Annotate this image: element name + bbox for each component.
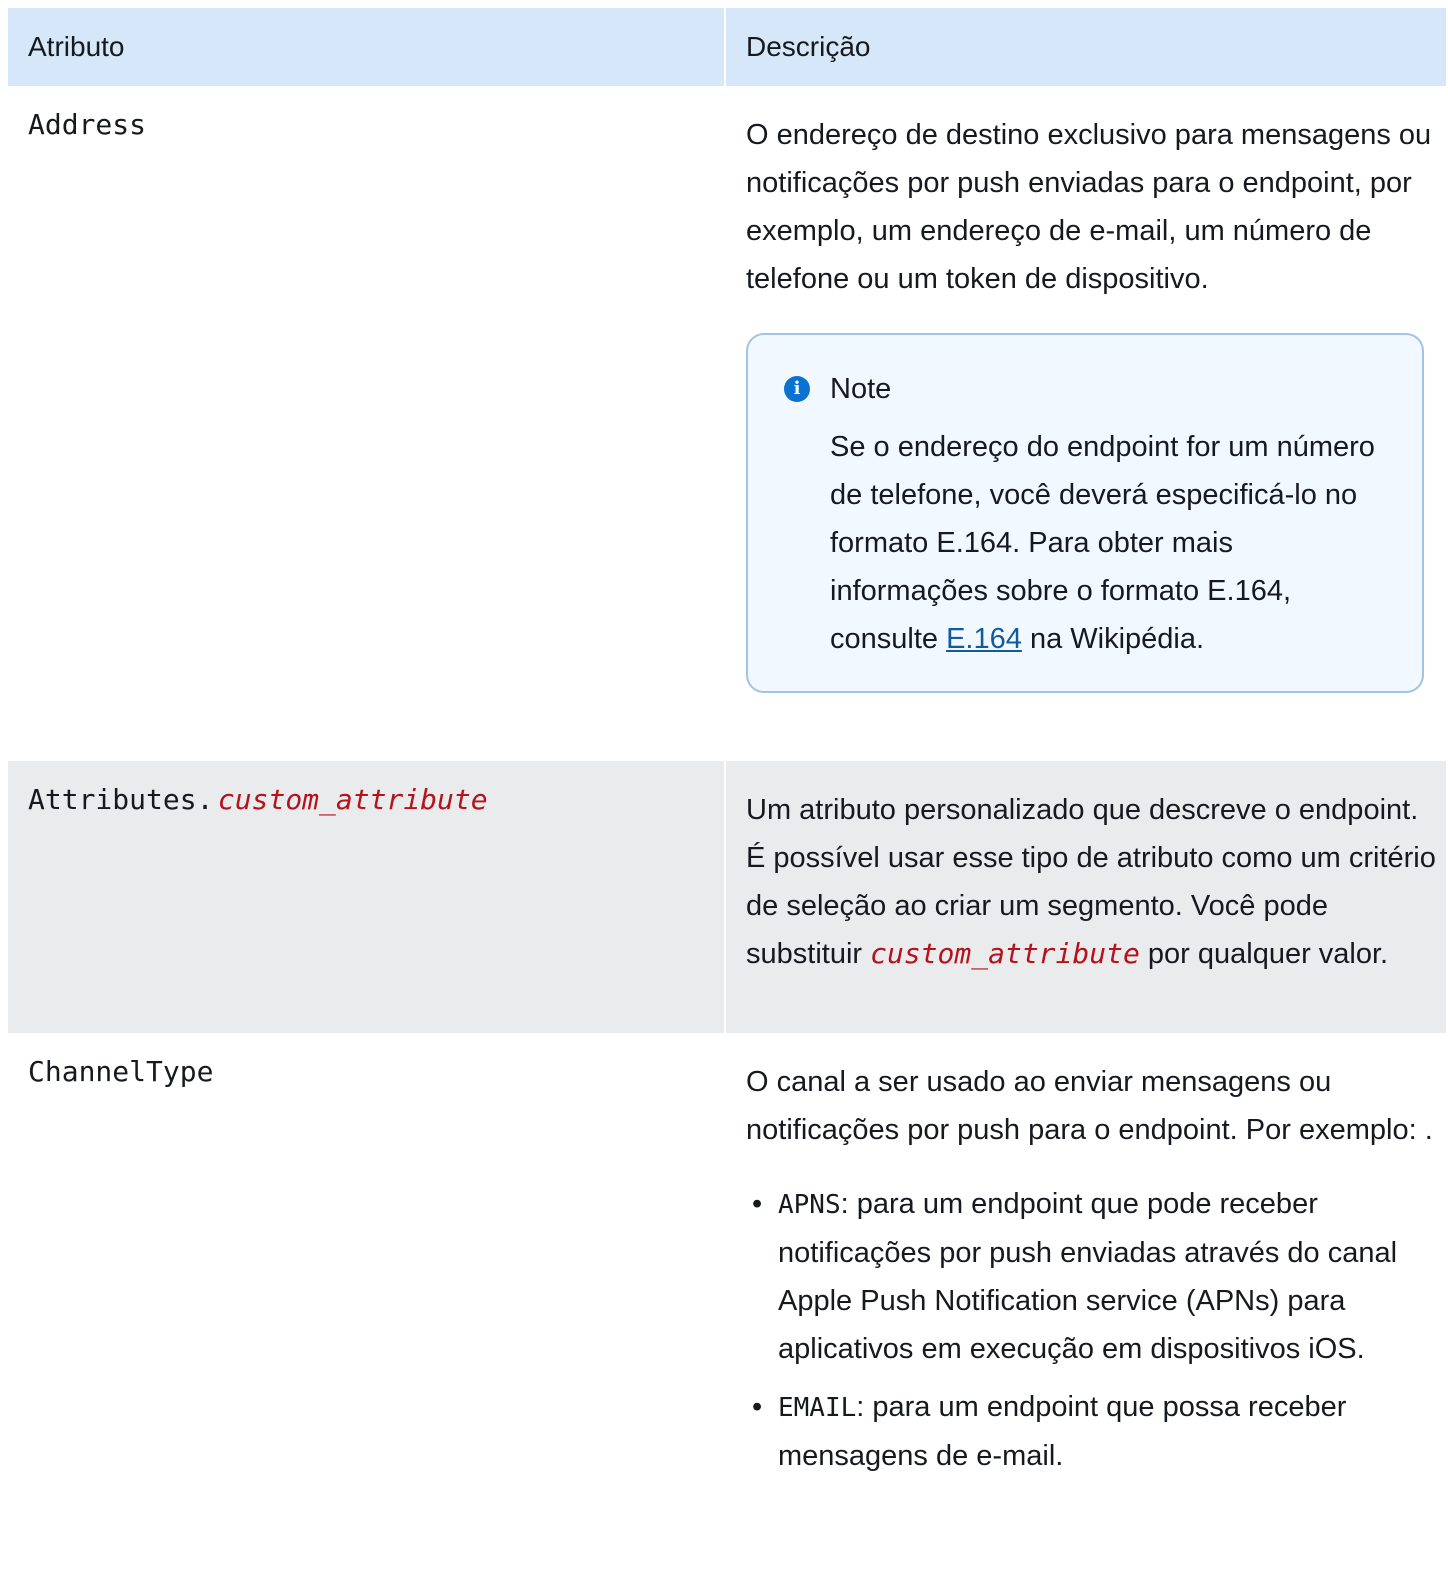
table-row: ChannelType O canal a ser usado ao envia…: [8, 1033, 1446, 1573]
description-replaceable: custom_attribute: [870, 937, 1140, 970]
description-text-after: por qualquer valor.: [1147, 938, 1389, 970]
header-attribute: Atributo: [8, 8, 726, 86]
list-item: APNS: para um endpoint que pode receber …: [746, 1180, 1436, 1373]
list-item-text: : para um endpoint que possa receber men…: [778, 1391, 1347, 1472]
attribute-cell: Address: [8, 86, 726, 761]
attribute-name: Address: [28, 108, 147, 141]
info-icon: i: [784, 376, 810, 402]
table-row: Attributes. custom_attribute Um atributo…: [8, 761, 1446, 1033]
attribute-cell: Attributes. custom_attribute: [8, 761, 726, 1033]
note-header: i Note: [784, 369, 1392, 409]
list-item-code: APNS: [778, 1190, 841, 1220]
attribute-description: Um atributo personalizado que descreve o…: [746, 786, 1436, 978]
note-text-after: na Wikipédia.: [1029, 623, 1205, 655]
attribute-name: ChannelType: [28, 1055, 214, 1088]
attribute-description: O endereço de destino exclusivo para men…: [746, 119, 1432, 295]
note-title: Note: [830, 373, 892, 405]
e164-link[interactable]: E.164: [946, 623, 1022, 655]
list-item: EMAIL: para um endpoint que possa recebe…: [746, 1383, 1436, 1480]
channel-type-list: APNS: para um endpoint que pode receber …: [746, 1180, 1436, 1480]
header-description: Descrição: [746, 31, 871, 62]
note-body: Se o endereço do endpoint for um número …: [830, 423, 1392, 663]
list-item-text: : para um endpoint que pode receber noti…: [778, 1188, 1398, 1365]
table-header: Atributo Descrição: [8, 8, 1446, 86]
note-box: i Note Se o endereço do endpoint for um …: [746, 333, 1424, 693]
description-cell: O canal a ser usado ao enviar mensagens …: [726, 1033, 1446, 1573]
list-item-code: EMAIL: [778, 1393, 857, 1423]
description-cell: Um atributo personalizado que descreve o…: [726, 761, 1446, 1033]
attribute-cell: ChannelType: [8, 1033, 726, 1573]
table-row: Address O endereço de destino exclusivo …: [8, 86, 1446, 761]
note-text: Se o endereço do endpoint for um número …: [830, 431, 1375, 655]
attribute-name-prefix: Attributes.: [28, 783, 214, 816]
attribute-name-replaceable: custom_attribute: [217, 783, 488, 816]
attributes-table: Atributo Descrição Address O endereço de…: [8, 8, 1446, 1573]
description-cell: O endereço de destino exclusivo para men…: [726, 86, 1446, 761]
attribute-description: O canal a ser usado ao enviar mensagens …: [746, 1066, 1433, 1146]
